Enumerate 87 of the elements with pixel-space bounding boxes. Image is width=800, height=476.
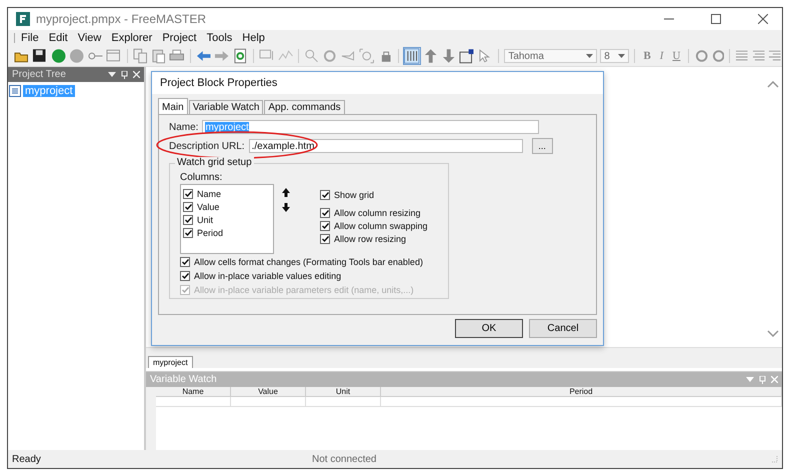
- checkbox[interactable]: [183, 228, 193, 238]
- target-icon[interactable]: [359, 48, 375, 64]
- grid-cell[interactable]: [306, 397, 381, 407]
- up-arrow-icon[interactable]: [422, 48, 438, 64]
- menu-item[interactable]: Project: [157, 32, 202, 44]
- checkbox-label: Allow row resizing: [334, 234, 406, 244]
- menu-item[interactable]: Edit: [44, 32, 73, 44]
- checkbox-label: Allow in-place variable parameters edit (name, units,...): [194, 284, 414, 294]
- grip-icon: [13, 32, 16, 44]
- properties-icon[interactable]: [459, 48, 475, 64]
- font-size-dropdown[interactable]: 8: [600, 49, 630, 63]
- paste-icon[interactable]: [151, 48, 166, 64]
- align-center-icon[interactable]: [752, 50, 766, 62]
- checkbox[interactable]: [320, 220, 330, 230]
- back-arrow-icon[interactable]: [196, 48, 212, 64]
- column-header[interactable]: Period: [381, 387, 782, 397]
- pin-icon[interactable]: [121, 70, 128, 78]
- checkbox-label: Allow in-place variable values editing: [194, 270, 342, 280]
- align-left-icon[interactable]: [735, 50, 749, 62]
- forward-arrow-icon[interactable]: [214, 48, 230, 64]
- checkbox-label: Show grid: [334, 190, 374, 200]
- app-icon: [16, 12, 30, 26]
- column-header[interactable]: Unit: [306, 387, 381, 397]
- status-text: Not connected: [312, 454, 376, 464]
- column-header[interactable]: Name: [156, 387, 231, 397]
- checkbox[interactable]: [180, 270, 190, 280]
- checkbox[interactable]: [320, 208, 330, 218]
- tab[interactable]: App. commands: [264, 100, 345, 114]
- resize-grip-icon: [770, 455, 778, 463]
- menu-item[interactable]: Tools: [202, 32, 238, 44]
- browse-button[interactable]: ...: [532, 138, 553, 154]
- dropdown-arrow-icon: [586, 54, 594, 58]
- close-icon[interactable]: [758, 14, 768, 24]
- checkbox[interactable]: [183, 188, 193, 198]
- checkbox-label: Allow cells format changes (Formating Tools bar enabled): [194, 256, 423, 266]
- copy-icon[interactable]: [132, 48, 148, 64]
- grid-cell[interactable]: [231, 397, 306, 407]
- dialog-button[interactable]: Cancel: [529, 319, 597, 338]
- checkbox[interactable]: [180, 256, 190, 266]
- font-dropdown[interactable]: Tahoma: [504, 49, 598, 63]
- scroll-down-icon[interactable]: [767, 330, 779, 337]
- dropdown-arrow-icon[interactable]: [108, 72, 116, 77]
- checkbox-label: Allow column resizing: [334, 208, 421, 218]
- panel-title: Project Tree: [12, 69, 66, 80]
- dropdown-arrow-icon: [618, 54, 626, 58]
- group-title: Watch grid setup: [175, 157, 254, 168]
- checkbox-label: Unit: [197, 214, 214, 224]
- field-label: Description URL:: [169, 140, 245, 152]
- document-tab[interactable]: myproject: [148, 356, 193, 368]
- scroll-up-icon[interactable]: [767, 81, 779, 88]
- window-icon[interactable]: [106, 48, 122, 64]
- zoom-icon[interactable]: [304, 48, 320, 64]
- menu-item[interactable]: View: [72, 32, 106, 44]
- column-header[interactable]: Value: [231, 387, 306, 397]
- menu-item[interactable]: Help: [237, 32, 270, 44]
- grid-cell[interactable]: [156, 397, 231, 407]
- checkbox-label: Value: [197, 202, 220, 212]
- checkbox[interactable]: [320, 190, 330, 200]
- tab[interactable]: Variable Watch: [188, 100, 264, 114]
- list-label: Columns:: [180, 172, 224, 183]
- checkbox[interactable]: [320, 234, 330, 244]
- menu-item[interactable]: File: [16, 32, 44, 44]
- pin-icon[interactable]: [759, 376, 766, 384]
- tab[interactable]: Main: [158, 98, 188, 114]
- field-label: Name:: [169, 122, 198, 132]
- align-right-icon[interactable]: [768, 50, 782, 62]
- url-field[interactable]: ./example.htm: [248, 139, 523, 153]
- stop-icon[interactable]: [69, 48, 85, 64]
- checkbox[interactable]: [183, 214, 193, 224]
- checkbox-label: Period: [197, 228, 224, 238]
- dialog-button[interactable]: OK: [455, 319, 523, 338]
- panel-title: Variable Watch: [150, 374, 217, 385]
- refresh-icon[interactable]: [232, 48, 248, 64]
- save-icon[interactable]: [32, 48, 48, 64]
- dropdown-arrow-icon[interactable]: [746, 377, 754, 382]
- maximize-icon[interactable]: [711, 14, 721, 24]
- checkbox[interactable]: [183, 202, 193, 212]
- status-text: Ready: [12, 454, 42, 464]
- window-title: myproject.pmpx - FreeMASTER: [36, 12, 206, 26]
- move-up-icon[interactable]: [282, 188, 290, 197]
- grid-cell[interactable]: [381, 397, 782, 407]
- move-down-icon[interactable]: [282, 203, 290, 212]
- checkbox-label: Allow column swapping: [334, 220, 428, 230]
- menu-item[interactable]: Explorer: [106, 32, 158, 44]
- checkbox-label: Name: [197, 188, 222, 198]
- dialog-title: Project Block Properties: [152, 72, 603, 94]
- grid-icon[interactable]: [404, 48, 420, 64]
